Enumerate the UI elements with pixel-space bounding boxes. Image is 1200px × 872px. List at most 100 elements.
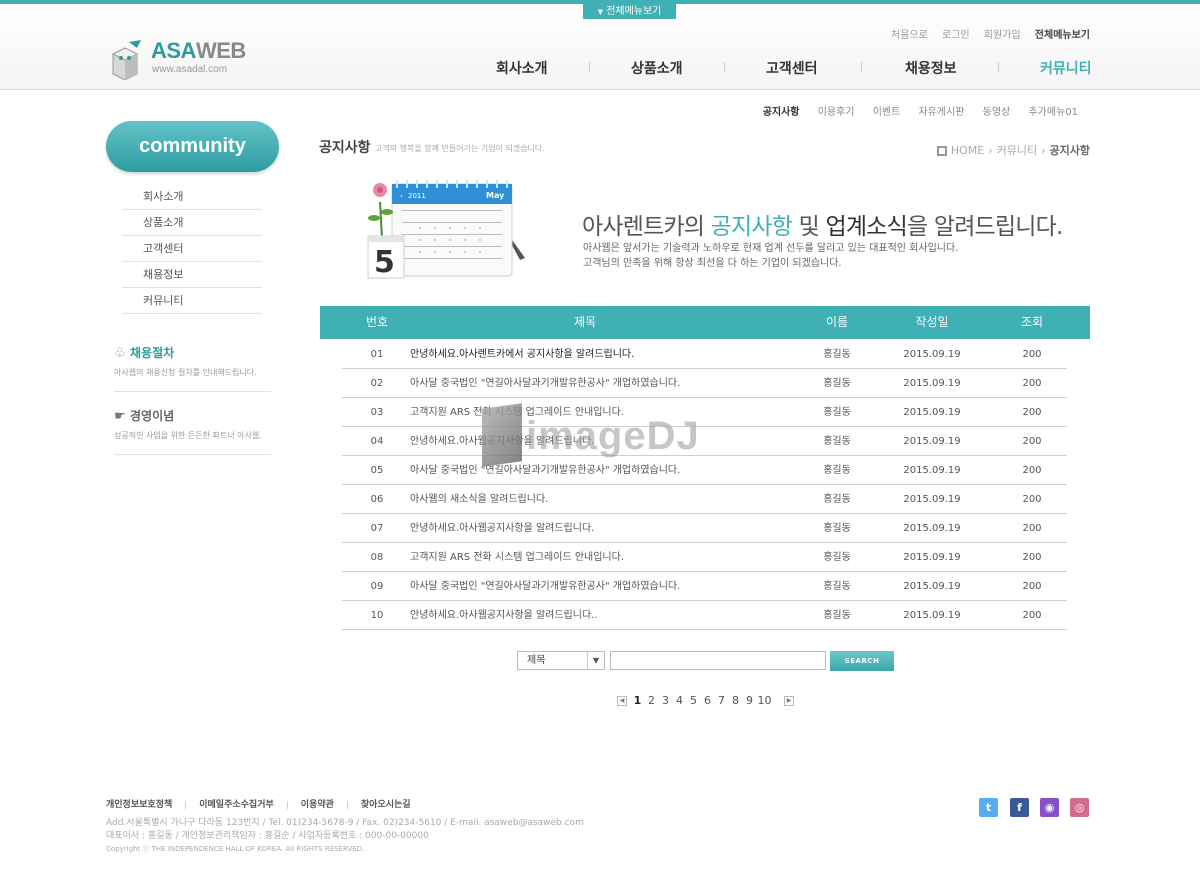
subnav-item-extra[interactable]: 추가메뉴01 bbox=[1028, 107, 1078, 118]
calendar-year: 2011 bbox=[408, 192, 426, 200]
subnav-item-notice[interactable]: 공지사항 bbox=[763, 107, 800, 118]
page-link[interactable]: 9 bbox=[743, 694, 757, 707]
cell-hits: 200 bbox=[1022, 552, 1042, 563]
page-link[interactable]: 8 bbox=[729, 694, 743, 707]
sidebar-box-recruit[interactable]: ♧ 채용절차 아사웹의 채용신청 절차를 안내해드립니다. bbox=[114, 342, 271, 392]
home-icon bbox=[936, 146, 947, 156]
sidebar-box-desc: 아사웹의 채용신청 절차를 안내해드립니다. bbox=[114, 368, 257, 377]
cell-title[interactable]: 아사달 중국법인 "연길아사달과기개발유한공사" 개업하였습니다. bbox=[410, 456, 790, 485]
subnav-item-freeboard[interactable]: 자유게시판 bbox=[918, 107, 964, 118]
table-row[interactable]: 02 아사달 중국법인 "연길아사달과기개발유한공사" 개업하였습니다. 홍길동 20… bbox=[342, 369, 1067, 398]
breadcrumb: HOME › 커뮤니티 › 공지사항 bbox=[936, 142, 1090, 158]
sidebar-item-support[interactable]: 고객센터 bbox=[122, 236, 262, 262]
util-home-link[interactable]: 처음으로 bbox=[891, 30, 928, 41]
instagram-icon[interactable]: ◎ bbox=[1070, 798, 1089, 817]
util-join-link[interactable]: 회원가입 bbox=[984, 30, 1021, 41]
footer-link-privacy[interactable]: 개인정보보호정책 bbox=[106, 800, 172, 810]
cell-name: 홍길동 bbox=[823, 407, 851, 418]
page-link[interactable]: 6 bbox=[701, 694, 715, 707]
sidebar-item-company[interactable]: 회사소개 bbox=[122, 184, 262, 210]
cell-date: 2015.09.19 bbox=[903, 436, 961, 447]
chevron-right-icon: › bbox=[988, 144, 993, 157]
site-footer: 개인정보보호정책 이메일주소수집거부 이용약관 찾아오시는길 Add.서울특별시 가나… bbox=[0, 788, 1200, 872]
table-row[interactable]: 08 고객지원 ARS 전화 시스템 업그레이드 안내입니다. 홍길동 2015.09… bbox=[342, 543, 1067, 572]
gnb-item-products[interactable]: 상품소개 bbox=[631, 58, 683, 78]
util-allmenu-link[interactable]: 전체메뉴보기 bbox=[1035, 30, 1090, 41]
cell-title[interactable]: 아사달 중국법인 "연길아사달과기개발유한공사" 개업하였습니다. bbox=[410, 369, 790, 398]
cell-title[interactable]: 아사달 중국법인 "연길아사달과기개발유한공사" 개업하였습니다. bbox=[410, 572, 790, 601]
footer-link-email-refuse[interactable]: 이메일주소수집거부 bbox=[199, 800, 274, 810]
page-link[interactable]: 2 bbox=[645, 694, 659, 707]
table-row[interactable]: 05 아사달 중국법인 "연길아사달과기개발유한공사" 개업하였습니다. 홍길동 20… bbox=[342, 456, 1067, 485]
page-title: 공지사항 bbox=[319, 140, 371, 156]
page-link[interactable]: 3 bbox=[659, 694, 673, 707]
cell-date: 2015.09.19 bbox=[903, 610, 961, 621]
cell-name: 홍길동 bbox=[823, 494, 851, 505]
main-nav: 회사소개 상품소개 고객센터 채용정보 커뮤니티 bbox=[470, 58, 1100, 82]
page-link[interactable]: 4 bbox=[673, 694, 687, 707]
util-login-link[interactable]: 로그인 bbox=[942, 30, 970, 41]
table-row[interactable]: 09 아사달 중국법인 "연길아사달과기개발유한공사" 개업하였습니다. 홍길동 20… bbox=[342, 572, 1067, 601]
facebook-icon[interactable]: f bbox=[1010, 798, 1029, 817]
page-link[interactable]: 1 bbox=[631, 694, 645, 707]
cell-title[interactable]: 안녕하세요.아사렌트카에서 공지사항을 알려드립니다. bbox=[410, 340, 790, 369]
logo[interactable]: ASAWEB www.asadal.com bbox=[107, 38, 247, 84]
sidebar-box-philosophy[interactable]: ☛ 경영이념 성공적인 사업을 위한 든든한 파트너 아사웹. bbox=[114, 405, 271, 455]
table-row[interactable]: 01 안녕하세요.아사렌트카에서 공지사항을 알려드립니다. 홍길동 2015.09.… bbox=[342, 340, 1067, 369]
calendar-illustration: ‹ 2011 May 5 bbox=[367, 180, 525, 280]
twitter-icon[interactable]: t bbox=[979, 798, 998, 817]
cell-name: 홍길동 bbox=[823, 581, 851, 592]
breadcrumb-section[interactable]: 커뮤니티 bbox=[997, 144, 1037, 157]
gnb-item-community[interactable]: 커뮤니티 bbox=[1040, 58, 1092, 78]
sidebar-item-careers[interactable]: 채용정보 bbox=[122, 262, 262, 288]
search-field-select[interactable]: 제목 ▼ bbox=[517, 651, 605, 670]
cell-name: 홍길동 bbox=[823, 465, 851, 476]
cell-hits: 200 bbox=[1022, 494, 1042, 505]
cell-hits: 200 bbox=[1022, 378, 1042, 389]
search-button[interactable]: SEARCH bbox=[830, 651, 894, 671]
next-page-icon[interactable]: ▶ bbox=[784, 696, 794, 706]
cell-title[interactable]: 아사웹의 새소식을 알려드립니다. bbox=[410, 485, 790, 514]
subnav-item-video[interactable]: 동영상 bbox=[983, 107, 1011, 118]
cell-title[interactable]: 고객지원 ARS 전화 시스템 업그레이드 안내입니다. bbox=[410, 398, 790, 427]
description-line: 아사웹은 앞서가는 기술력과 노하우로 현재 업계 선두를 달리고 있는 대표적… bbox=[583, 243, 959, 254]
gnb-item-support[interactable]: 고객센터 bbox=[766, 58, 818, 78]
table-row[interactable]: 10 안녕하세요.아사웹공지사항을 알려드립니다.. 홍길동 2015.09.19 20… bbox=[342, 601, 1067, 630]
table-row[interactable]: 04 안녕하세요.아사웹공지사항을 알려드립니다. 홍길동 2015.09.19 200 bbox=[342, 427, 1067, 456]
handshake-icon: ☛ bbox=[114, 409, 126, 424]
subnav-item-events[interactable]: 이벤트 bbox=[873, 107, 901, 118]
cell-title[interactable]: 안녕하세요.아사웹공지사항을 알려드립니다. bbox=[410, 514, 790, 543]
sidebar-item-community[interactable]: 커뮤니티 bbox=[122, 288, 262, 314]
footer-link-terms[interactable]: 이용약관 bbox=[301, 800, 334, 810]
col-number: 번호 bbox=[365, 315, 389, 329]
people-icon: ♧ bbox=[114, 346, 126, 361]
gnb-item-careers[interactable]: 채용정보 bbox=[905, 58, 957, 78]
cell-hits: 200 bbox=[1022, 610, 1042, 621]
subnav-item-reviews[interactable]: 이용후기 bbox=[818, 107, 855, 118]
gnb-separator bbox=[724, 62, 725, 72]
cell-title[interactable]: 안녕하세요.아사웹공지사항을 알려드립니다.. bbox=[410, 601, 790, 630]
page-link[interactable]: 7 bbox=[715, 694, 729, 707]
footer-link-directions[interactable]: 찾아오시는길 bbox=[361, 800, 411, 810]
cell-title[interactable]: 안녕하세요.아사웹공지사항을 알려드립니다. bbox=[410, 427, 790, 456]
logo-text: ASAWEB bbox=[151, 38, 246, 63]
table-row[interactable]: 07 안녕하세요.아사웹공지사항을 알려드립니다. 홍길동 2015.09.19 200 bbox=[342, 514, 1067, 543]
table-row[interactable]: 06 아사웹의 새소식을 알려드립니다. 홍길동 2015.09.19 200 bbox=[342, 485, 1067, 514]
headline: 아사렌트카의 공지사항 및 업계소식을 알려드립니다. bbox=[582, 214, 1063, 240]
all-menu-tab[interactable]: ▼ 전체메뉴보기 bbox=[583, 4, 676, 19]
table-row[interactable]: 03 고객지원 ARS 전화 시스템 업그레이드 안내입니다. 홍길동 2015.09… bbox=[342, 398, 1067, 427]
footer-copyright: Copyright ⓒ THE INDEPENDENCE HALL OF KOR… bbox=[106, 845, 365, 853]
headline-description: 아사웹은 앞서가는 기술력과 노하우로 현재 업계 선두를 달리고 있는 대표적… bbox=[583, 241, 958, 271]
gnb-separator bbox=[998, 62, 999, 72]
gnb-item-company[interactable]: 회사소개 bbox=[496, 58, 548, 78]
podcast-icon[interactable]: ◉ bbox=[1040, 798, 1059, 817]
breadcrumb-home[interactable]: HOME bbox=[951, 144, 984, 157]
page-link[interactable]: 5 bbox=[687, 694, 701, 707]
sidebar-item-products[interactable]: 상품소개 bbox=[122, 210, 262, 236]
cell-title[interactable]: 고객지원 ARS 전화 시스템 업그레이드 안내입니다. bbox=[410, 543, 790, 572]
sns-links: t f ◉ ◎ bbox=[979, 798, 1091, 818]
page-link[interactable]: 10 bbox=[757, 694, 773, 707]
search-input[interactable] bbox=[610, 651, 826, 670]
logo-url: www.asadal.com bbox=[152, 64, 228, 75]
prev-page-icon[interactable]: ◀ bbox=[617, 696, 627, 706]
